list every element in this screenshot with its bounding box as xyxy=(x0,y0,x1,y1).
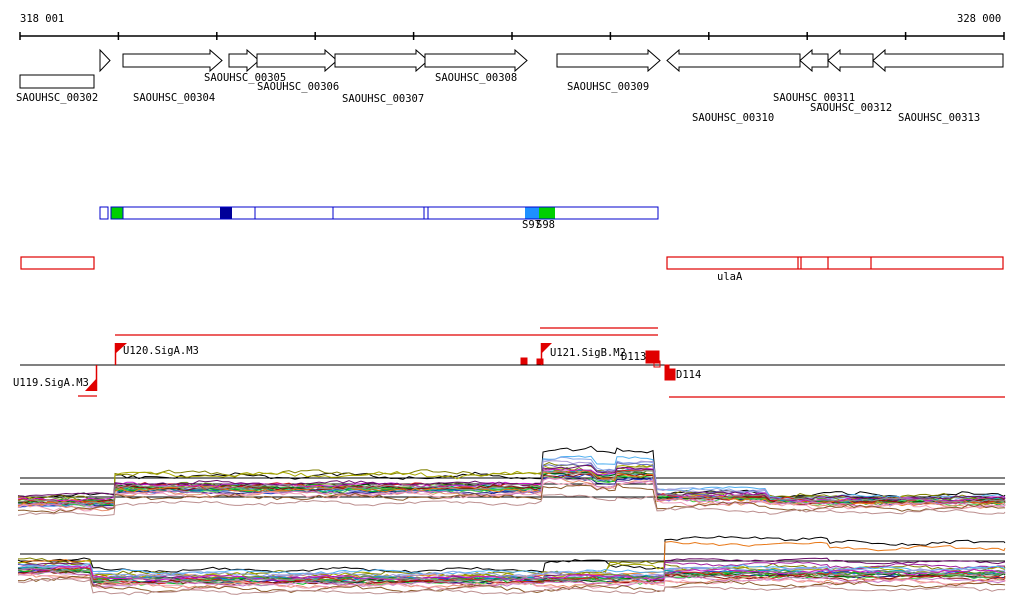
segment-fill[interactable] xyxy=(539,207,555,219)
operon-box[interactable] xyxy=(666,256,1004,270)
tss-flag-U119.SigA.M3-triangle[interactable] xyxy=(85,379,96,391)
terminator-marker[interactable] xyxy=(520,357,528,365)
tss-flag-U121.SigB.M2-triangle[interactable] xyxy=(541,343,552,354)
gene-arrowhead-1[interactable] xyxy=(99,48,111,73)
genome-browser-canvas xyxy=(17,32,1006,596)
segment-box[interactable] xyxy=(99,206,109,220)
genome-browser-window: 318 001 328 000 SAOUHSC_00302 SAOUHSC_003… xyxy=(0,0,1024,611)
tss-flag-U120.SigA.M3-triangle[interactable] xyxy=(115,343,127,354)
gene-SAOUHSC_00311[interactable] xyxy=(799,48,829,73)
gene-SAOUHSC_00310[interactable] xyxy=(666,48,801,73)
operon-box[interactable] xyxy=(20,256,95,270)
gene-SAOUHSC_00307[interactable] xyxy=(334,48,429,73)
segment-fill[interactable] xyxy=(525,207,539,219)
terminator-marker[interactable] xyxy=(536,358,544,365)
terminator-marker[interactable] xyxy=(664,364,670,372)
segment-box[interactable] xyxy=(110,206,124,220)
gene-SAOUHSC_00304[interactable] xyxy=(122,48,223,73)
segment-fill[interactable] xyxy=(220,207,232,219)
gene-SAOUHSC_00308[interactable] xyxy=(424,48,528,73)
segment-box[interactable] xyxy=(122,206,659,220)
gene-SAOUHSC_00309[interactable] xyxy=(556,48,661,73)
gene-SAOUHSC_00306[interactable] xyxy=(256,48,338,73)
gene-SAOUHSC_00313[interactable] xyxy=(872,48,1004,73)
gene-SAOUHSC_00312[interactable] xyxy=(827,48,874,73)
gene-SAOUHSC_00305[interactable] xyxy=(228,48,260,73)
expression-plot-bottom xyxy=(17,535,1006,596)
gene-SAOUHSC_00302[interactable] xyxy=(19,74,95,89)
expression-plot-top xyxy=(17,445,1006,517)
